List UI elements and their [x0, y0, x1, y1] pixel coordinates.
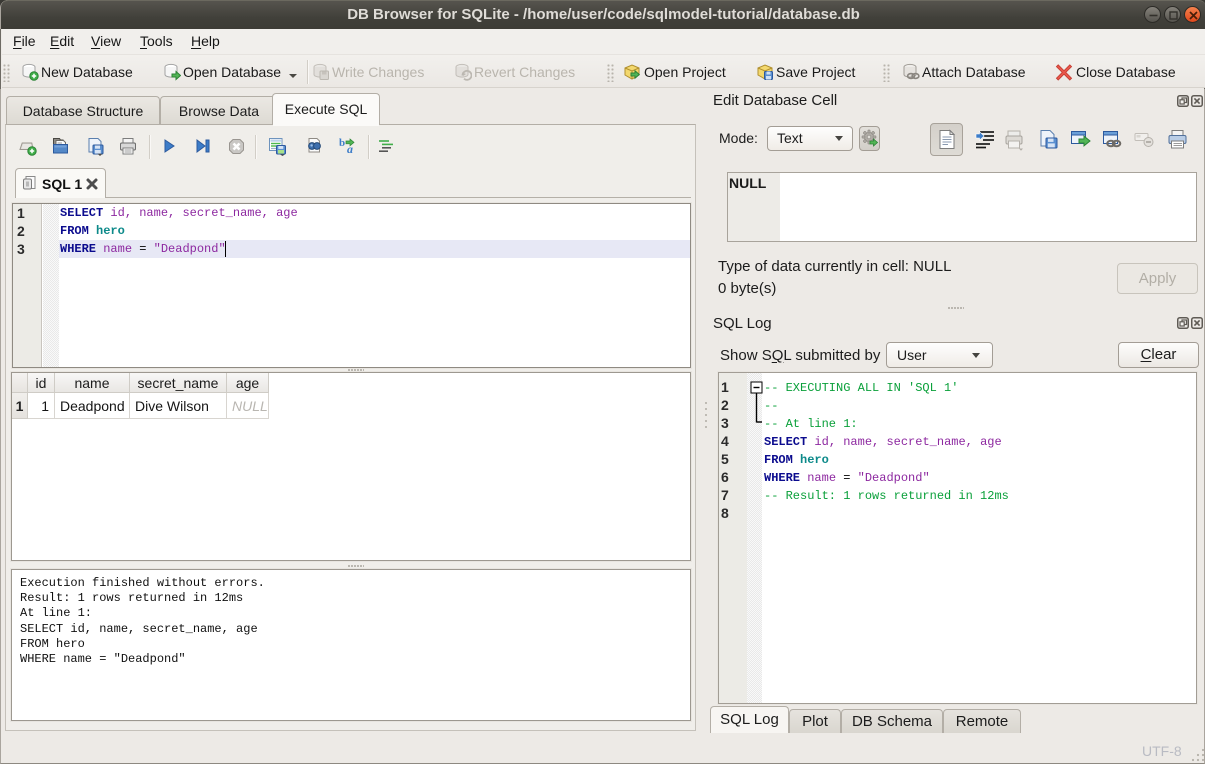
svg-text:a: a	[347, 142, 353, 155]
svg-text:b: b	[339, 137, 345, 149]
